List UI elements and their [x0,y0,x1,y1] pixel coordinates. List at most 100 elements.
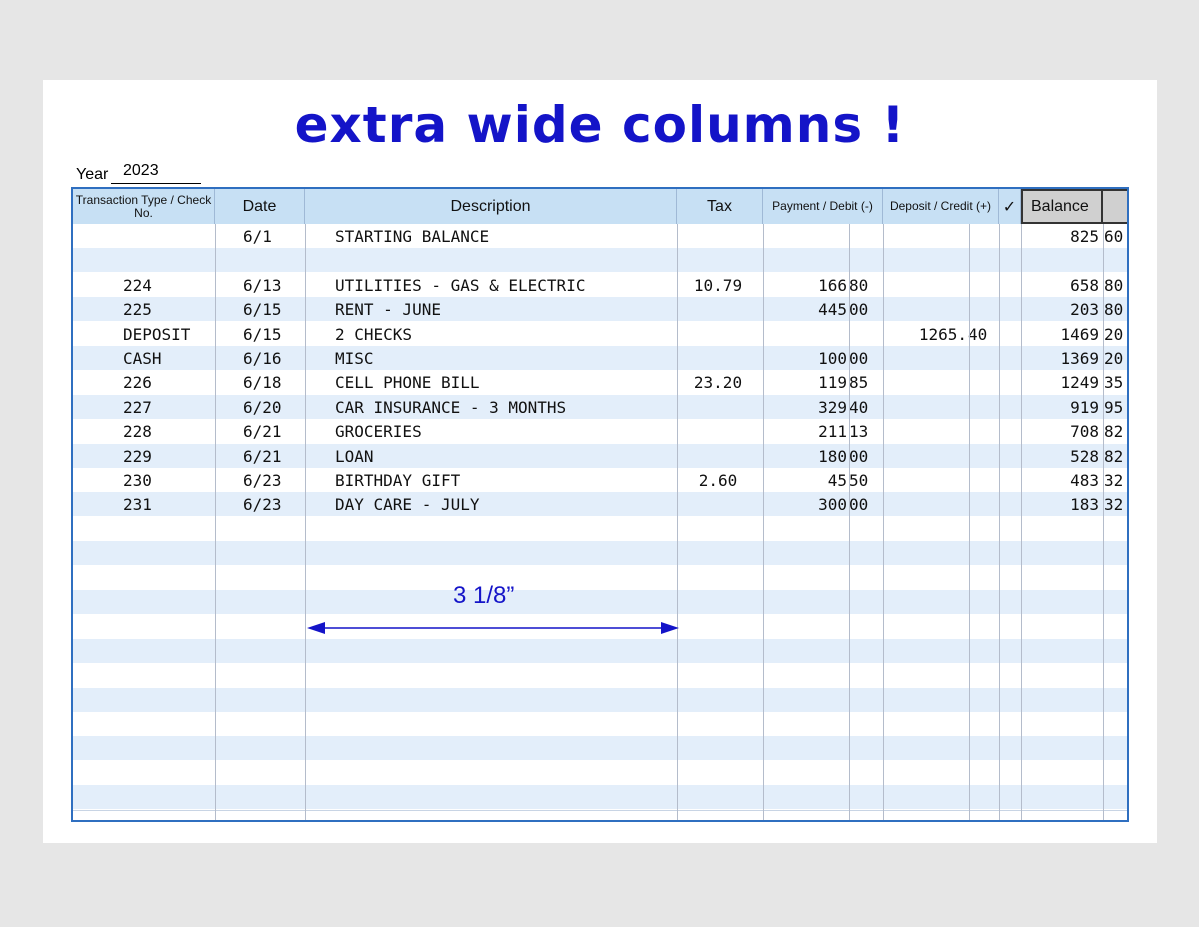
cell-bal-d: 825 [1070,227,1099,246]
cell-type: 225 [123,300,152,320]
cell-type: 230 [123,471,152,490]
cell-pay-c: 50 [849,471,869,490]
cell-desc: GROCERIES [335,422,422,442]
cell-bal-c: 80 [1104,275,1124,295]
cell-pay-d: 100 [818,349,847,368]
cell-date: 6/15 [243,324,282,344]
cell-desc: 2 CHECKS [335,324,413,344]
column-divider [883,224,884,820]
cell-desc: LOAN [335,446,374,466]
cell-tax: 10.79 [693,275,743,295]
cell-dep-d [893,444,967,468]
cell-type: 227 [123,397,152,417]
cell-date: 6/16 [243,349,282,368]
cell-desc: CELL PHONE BILL [335,373,480,393]
header-payment: Payment / Debit (-) [763,189,883,224]
cell-tax [683,322,753,346]
cell-tax [683,224,753,248]
cell-dep-c [968,370,996,394]
cell-dep-d [893,273,967,297]
cell-tax [683,346,753,370]
cell-type: 231 [123,495,152,515]
cell-bal-d: 203 [1070,300,1099,320]
cell-bal-d: 658 [1070,275,1099,295]
cell-pay-c: 40 [849,397,869,417]
cell-bal-d: 183 [1070,495,1099,515]
column-divider [999,224,1000,820]
header-balance-cents [1103,189,1127,224]
cell-bal-d: 1469 [1060,324,1099,344]
cell-bal-c: 20 [1104,349,1124,368]
cell-pay-d: 180 [818,446,847,466]
cell-date: 6/21 [243,422,282,442]
column-divider [849,224,850,820]
cell-pay-c [849,224,881,248]
column-divider [969,224,970,820]
cell-pay-c: 00 [849,495,869,515]
cell-pay-c: 80 [849,275,869,295]
dimension-label: 3 1/8” [453,582,515,609]
cell-tax [683,395,753,419]
dimension-arrow-icon [307,622,679,634]
column-divider [1103,224,1104,820]
cell-bal-c: 82 [1104,446,1124,466]
header-balance: Balance [1021,189,1103,224]
cell-type: 228 [123,422,152,442]
cell-pay-c: 00 [849,349,869,368]
cell-dep-c [968,419,996,443]
cell-date: 6/13 [243,275,282,295]
cell-pay-c: 13 [849,422,869,442]
cell-dep-d [893,419,967,443]
cell-desc: DAY CARE - JULY [335,495,480,515]
cell-bal-d [1023,248,1099,272]
cell-bal-c: 32 [1104,495,1124,515]
cell-pay-d: 300 [818,495,847,515]
cell-dep-d [893,297,967,321]
cell-type: 224 [123,275,152,295]
page-title: extra wide columns ! [294,96,906,154]
cell-tax: 23.20 [693,373,743,393]
cell-dep-c [968,297,996,321]
cell-bal-c: 82 [1104,422,1124,442]
cell-pay-d: 166 [818,275,847,295]
cell-bal-d: 708 [1070,422,1099,442]
cell-date: 6/15 [243,300,282,320]
cell-desc: CAR INSURANCE - 3 MONTHS [335,397,567,417]
cell-desc [335,248,665,272]
column-divider [215,224,216,820]
cell-dep-c [968,444,996,468]
cell-dep-d: 1265. [918,324,967,344]
cell-date: 6/18 [243,373,282,393]
cell-pay-d [773,248,847,272]
cell-date: 6/21 [243,446,282,466]
cell-date: 6/1 [243,227,272,246]
cell-dep-c [968,273,996,297]
cell-tax: 2.60 [698,471,738,490]
table-header: Transaction Type / Check No. Date Descri… [73,189,1127,224]
cell-pay-c: 00 [849,300,869,320]
cell-tax [683,492,753,516]
cell-bal-c: 60 [1104,227,1124,246]
cell-dep-c [968,224,996,248]
cell-desc: UTILITIES - GAS & ELECTRIC [335,275,586,295]
cell-type [123,224,213,248]
header-tax: Tax [677,189,763,224]
cell-pay-d: 119 [818,373,847,393]
cell-dep-d [893,224,967,248]
year-field[interactable]: 2023 [111,160,201,184]
cell-pay-d: 211 [818,422,847,442]
column-divider [1021,224,1022,820]
cell-bal-c: 20 [1104,324,1124,344]
cell-dep-c [968,492,996,516]
header-description: Description [305,189,677,224]
cell-type [123,248,213,272]
cell-type: 229 [123,446,152,466]
cell-tax [683,419,753,443]
cell-desc: MISC [335,349,374,368]
cell-dep-d [893,492,967,516]
cell-desc: BIRTHDAY GIFT [335,471,461,490]
cell-date [243,248,303,272]
cell-pay-d [773,322,847,346]
cell-dep-d [893,248,967,272]
column-divider [305,224,306,820]
